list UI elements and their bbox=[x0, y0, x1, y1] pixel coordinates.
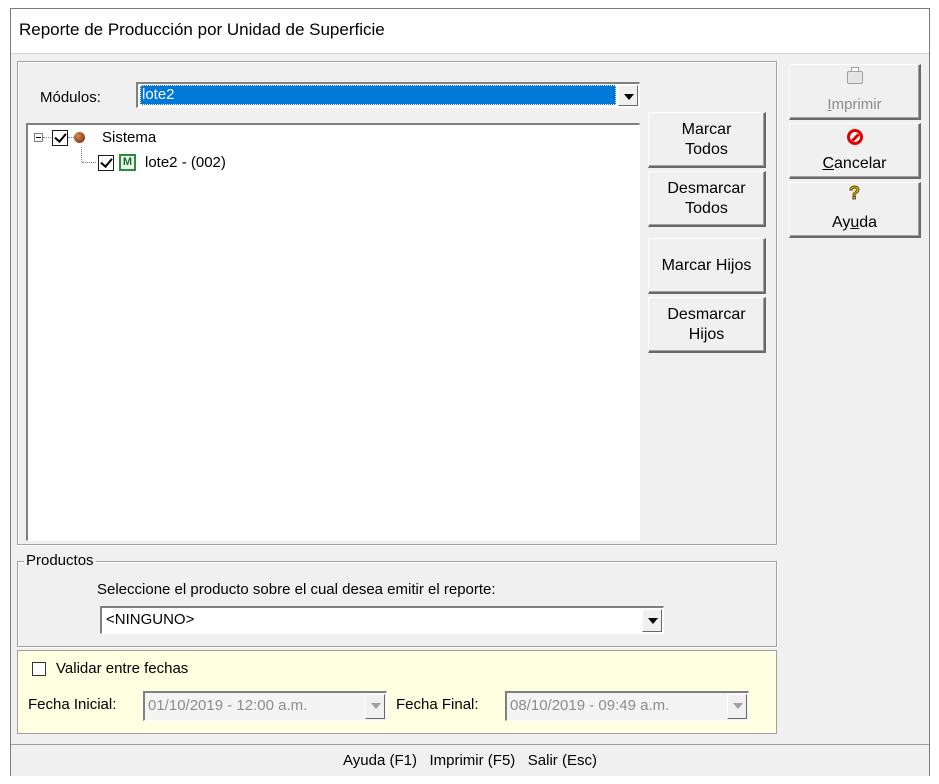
fecha-final-label: Fecha Final: bbox=[396, 696, 479, 713]
window-title: Reporte de Producción por Unidad de Supe… bbox=[19, 20, 385, 39]
producto-selected-value: <NINGUNO> bbox=[106, 611, 195, 628]
lote2-checkbox[interactable] bbox=[98, 155, 114, 171]
ayuda-button[interactable]: ? Ayuda bbox=[789, 182, 921, 238]
tree-label-lote2: lote2 - (002) bbox=[145, 154, 226, 171]
printer-icon bbox=[847, 67, 863, 84]
modules-panel: Módulos: lote2 Sistema M lote2 - (002) M… bbox=[17, 61, 777, 545]
modulos-label: Módulos: bbox=[40, 89, 101, 106]
fecha-inicial-label: Fecha Inicial: bbox=[28, 696, 117, 713]
sistema-checkbox[interactable] bbox=[52, 130, 68, 146]
fecha-final-value: 08/10/2019 - 09:49 a.m. bbox=[510, 697, 670, 714]
date-filter-panel: Validar entre fechas Fecha Inicial: 01/1… bbox=[17, 650, 777, 734]
cancelar-label: Cancelar bbox=[822, 155, 887, 172]
ayuda-label: Ayuda bbox=[831, 214, 878, 231]
marcar-hijos-button[interactable]: Marcar Hijos bbox=[648, 238, 766, 294]
validar-fechas-checkbox[interactable] bbox=[32, 662, 46, 676]
validar-fechas-label[interactable]: Validar entre fechas bbox=[56, 660, 188, 677]
module-tree[interactable]: Sistema M lote2 - (002) bbox=[26, 123, 640, 541]
productos-prompt: Seleccione el producto sobre el cual des… bbox=[97, 581, 496, 598]
title-bar: Reporte de Producción por Unidad de Supe… bbox=[11, 9, 929, 54]
chevron-down-icon[interactable] bbox=[618, 85, 638, 106]
tree-label-sistema: Sistema bbox=[102, 129, 157, 146]
cancel-icon bbox=[847, 129, 863, 145]
status-bar-text: Ayuda (F1) Imprimir (F5) Salir (Esc) bbox=[343, 752, 597, 769]
marcar-todos-button[interactable]: Marcar Todos bbox=[648, 112, 766, 168]
collapse-icon[interactable] bbox=[34, 133, 43, 142]
chevron-down-icon[interactable] bbox=[642, 609, 662, 632]
help-question-icon: ? bbox=[849, 183, 861, 204]
fecha-inicial-input[interactable]: 01/10/2019 - 12:00 a.m. bbox=[143, 691, 387, 721]
productos-group-label: Productos bbox=[24, 552, 96, 569]
status-bar: Ayuda (F1) Imprimir (F5) Salir (Esc) bbox=[11, 744, 929, 776]
modulos-selected-value: lote2 bbox=[140, 85, 616, 105]
tree-node-lote2[interactable]: M lote2 - (002) bbox=[32, 152, 332, 174]
cancelar-button[interactable]: Cancelar bbox=[789, 123, 921, 179]
system-globe-icon bbox=[74, 132, 85, 143]
chevron-down-icon[interactable] bbox=[365, 694, 385, 719]
imprimir-label: Imprimir bbox=[827, 96, 882, 113]
fecha-final-input[interactable]: 08/10/2019 - 09:49 a.m. bbox=[505, 691, 749, 721]
module-m-icon: M bbox=[119, 154, 136, 171]
fecha-inicial-value: 01/10/2019 - 12:00 a.m. bbox=[148, 697, 308, 714]
desmarcar-hijos-button[interactable]: Desmarcar Hijos bbox=[648, 297, 766, 353]
modulos-select[interactable]: lote2 bbox=[136, 82, 640, 108]
chevron-down-icon[interactable] bbox=[727, 694, 747, 719]
producto-select[interactable]: <NINGUNO> bbox=[100, 606, 664, 634]
report-window: Reporte de Producción por Unidad de Supe… bbox=[10, 8, 930, 776]
desmarcar-todos-button[interactable]: Desmarcar Todos bbox=[648, 171, 766, 227]
productos-group: Productos Seleccione el producto sobre e… bbox=[17, 552, 777, 647]
imprimir-button[interactable]: Imprimir bbox=[789, 64, 921, 120]
tree-node-sistema[interactable]: Sistema bbox=[32, 127, 332, 149]
